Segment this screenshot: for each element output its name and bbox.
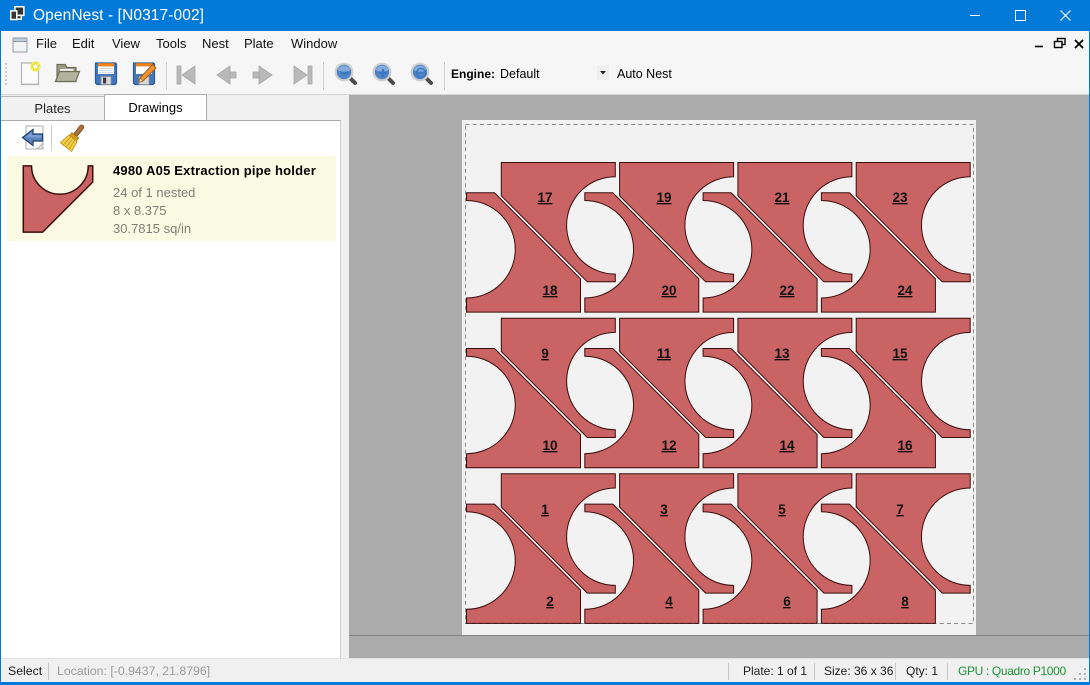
svg-text:8: 8 (901, 594, 909, 609)
svg-text:5: 5 (778, 502, 786, 517)
svg-text:4: 4 (665, 594, 673, 609)
svg-text:17: 17 (537, 190, 552, 205)
svg-text:13: 13 (774, 346, 790, 361)
svg-text:23: 23 (892, 190, 908, 205)
svg-text:6: 6 (783, 594, 791, 609)
svg-text:15: 15 (892, 346, 908, 361)
svg-text:14: 14 (779, 438, 795, 453)
svg-text:18: 18 (542, 283, 558, 298)
svg-text:21: 21 (774, 190, 790, 205)
svg-text:10: 10 (542, 438, 557, 453)
svg-text:16: 16 (897, 438, 913, 453)
svg-text:11: 11 (657, 346, 672, 361)
svg-text:22: 22 (779, 283, 794, 298)
svg-text:19: 19 (656, 190, 671, 205)
svg-text:1: 1 (541, 502, 549, 517)
svg-text:12: 12 (661, 438, 676, 453)
svg-text:3: 3 (660, 502, 668, 517)
svg-text:7: 7 (896, 502, 904, 517)
svg-text:2: 2 (546, 594, 554, 609)
svg-text:24: 24 (897, 283, 913, 298)
svg-text:9: 9 (541, 346, 549, 361)
svg-text:20: 20 (661, 283, 676, 298)
